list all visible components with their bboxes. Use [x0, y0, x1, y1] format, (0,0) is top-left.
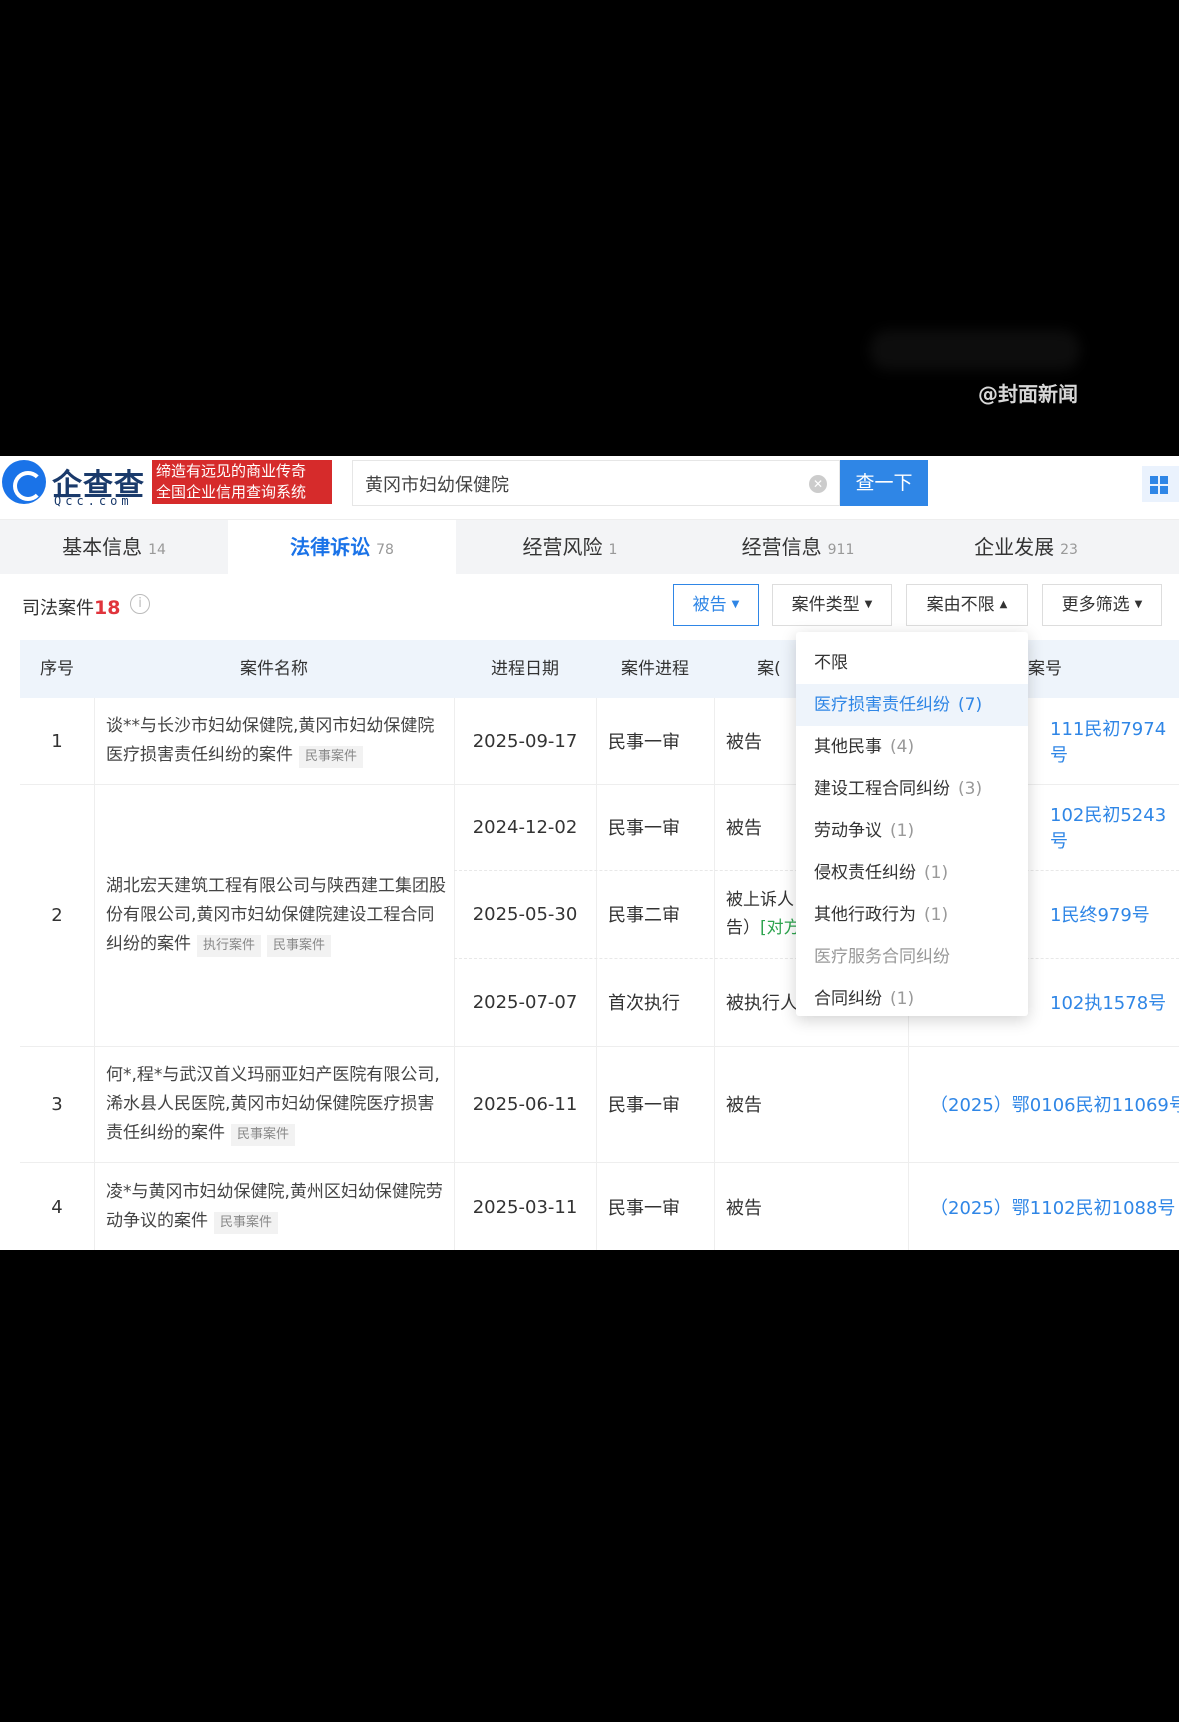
slogan-line1: 缔造有远见的商业传奇 [156, 462, 307, 480]
header-stage: 案件进程 [621, 659, 689, 679]
case-number-link[interactable]: 111民初7974号 [1050, 698, 1179, 784]
judicial-cases-count: 18 [94, 597, 121, 619]
filter-role-button[interactable]: 被告 ▼ [673, 584, 759, 626]
dropdown-item-all[interactable]: 不限 [796, 642, 1028, 684]
slogan-banner: 缔造有远见的商业传奇 全国企业信用查询系统 [152, 460, 332, 504]
tab-count: 78 [376, 542, 394, 558]
table-row-date: 2025-06-11 [472, 1093, 578, 1115]
table-row-name[interactable]: 凌*与黄冈市妇幼保健院,黄州区妇幼保健院劳动争议的案件 民事案件 [106, 1162, 446, 1250]
table-row-date: 2025-07-07 [472, 991, 578, 1013]
judicial-cases-label: 司法案件18 [22, 594, 120, 620]
blurred-caption [870, 330, 1080, 370]
dropdown-item-tort-liability[interactable]: 侵权责任纠纷 (1) [796, 852, 1028, 894]
table-row-name[interactable]: 何*,程*与武汉首义玛丽亚妇产医院有限公司,浠水县人民医院,黄冈市妇幼保健院医疗… [106, 1046, 446, 1162]
table-row-stage: 首次执行 [608, 993, 680, 1014]
case-number-link[interactable]: 102执1578号 [1050, 958, 1179, 1046]
app-grid-icon[interactable] [1142, 466, 1179, 502]
table-row-date: 2025-05-30 [472, 903, 578, 925]
case-number-link[interactable]: 102民初5243号 [1050, 784, 1179, 870]
tab-count: 1 [608, 542, 618, 558]
case-tag: 民事案件 [231, 1123, 296, 1146]
tab-count: 911 [827, 542, 855, 558]
tab-business-risk[interactable]: 经营风险 1 [456, 520, 684, 574]
case-name-link[interactable]: 谈**与长沙市妇幼保健院,黄冈市妇幼保健院医疗损害责任纠纷的案件 [106, 716, 434, 765]
dropdown-item-other-civil[interactable]: 其他民事 (4) [796, 726, 1028, 768]
dropdown-item-contract-dispute[interactable]: 合同纠纷 (1) [796, 978, 1028, 1020]
header-index: 序号 [40, 659, 74, 679]
cause-dropdown-menu: 不限 医疗损害责任纠纷 (7) 其他民事 (4) 建设工程合同纠纷 (3) 劳动争议(… [796, 632, 1028, 1016]
table-row-date: 2025-09-17 [472, 730, 578, 752]
filter-bar: 司法案件18 i 被告 ▼ 案件类型 ▼ 案由不限 ▲ 更多筛选 ▼ [0, 574, 1179, 634]
table-row-date: 2024-12-02 [472, 816, 578, 838]
dropdown-item-other-administrative[interactable]: 其他行政行为 (1) [796, 894, 1028, 936]
dropdown-item-medical-damage[interactable]: 医疗损害责任纠纷 (7) [796, 684, 1028, 726]
role-text: 被上诉人 [726, 890, 794, 910]
table-row-stage: 民事一审 [608, 1095, 680, 1116]
tab-label: 经营风险 [522, 535, 603, 559]
table-row-stage: 民事一审 [608, 818, 680, 839]
tab-label: 经营信息 [741, 535, 822, 559]
header: 企查查 Qcc.com 缔造有远见的商业传奇 全国企业信用查询系统 黄冈市妇幼保… [0, 456, 1179, 520]
case-tag: 民事案件 [299, 746, 364, 768]
filter-cause-button[interactable]: 案由不限 ▲ [906, 584, 1028, 626]
header-date: 进程日期 [491, 659, 559, 679]
tab-bar: 基本信息 14 法律诉讼 78 经营风险 1 经营信息 911 企业发展 23 [0, 520, 1179, 574]
case-tag: 民事案件 [267, 934, 332, 957]
table-row-name[interactable]: 湖北宏天建筑工程有限公司与陕西建工集团股份有限公司,黄冈市妇幼保健院建设工程合同… [106, 784, 446, 1046]
case-tag: 民事案件 [214, 1212, 279, 1234]
case-number-link[interactable]: 1民终979号 [1050, 870, 1179, 958]
table-row-date: 2025-03-11 [472, 1196, 578, 1218]
table-row-index: 3 [51, 1093, 63, 1115]
table-row-role: 被告 [726, 1198, 762, 1219]
search-input[interactable]: 黄冈市妇幼保健院 ✕ [352, 460, 840, 506]
table-row-stage: 民事二审 [608, 905, 680, 926]
tab-count: 23 [1060, 542, 1078, 558]
table-row-role: 被告 [726, 1095, 762, 1116]
table-row-name[interactable]: 谈**与长沙市妇幼保健院,黄冈市妇幼保健院医疗损害责任纠纷的案件 民事案件 [106, 698, 446, 784]
case-number-link[interactable]: （2025）鄂1102民初1088号 [930, 1162, 1179, 1250]
watermark: @封面新闻 [978, 382, 1078, 406]
qcc-screenshot: 企查查 Qcc.com 缔造有远见的商业传奇 全国企业信用查询系统 黄冈市妇幼保… [0, 456, 1179, 1250]
tab-basic-info[interactable]: 基本信息 14 [0, 520, 228, 574]
table-row-index: 1 [51, 730, 63, 752]
logo-domain: Qcc.com [54, 494, 133, 508]
header-case-name: 案件名称 [240, 659, 308, 679]
filter-case-type-button[interactable]: 案件类型 ▼ [772, 584, 892, 626]
tab-count: 14 [148, 542, 166, 558]
table-row-stage: 民事一审 [608, 732, 680, 753]
dropdown-item-medical-service-contract[interactable]: 医疗服务合同纠纷 [796, 936, 1028, 978]
dropdown-item-construction-contract[interactable]: 建设工程合同纠纷 (3) [796, 768, 1028, 810]
role-text-cont: 告） [726, 918, 760, 938]
slogan-line2: 全国企业信用查询系统 [156, 483, 307, 501]
filter-more-button[interactable]: 更多筛选 ▼ [1042, 584, 1162, 626]
tab-label: 企业发展 [974, 535, 1055, 559]
judicial-cases-text: 司法案件 [22, 598, 94, 619]
table-row-index: 4 [51, 1196, 63, 1218]
dropdown-item-labor-dispute[interactable]: 劳动争议 (1) [796, 810, 1028, 852]
qcc-logo-icon[interactable] [2, 460, 46, 504]
case-tag: 执行案件 [197, 934, 262, 957]
search-button[interactable]: 查一下 [840, 460, 928, 506]
tab-label: 法律诉讼 [290, 535, 371, 559]
tab-business-info[interactable]: 经营信息 911 [684, 520, 912, 574]
tab-enterprise-development[interactable]: 企业发展 23 [912, 520, 1140, 574]
table-row-index: 2 [51, 904, 63, 926]
case-number-link[interactable]: （2025）鄂0106民初11069号 [930, 1046, 1179, 1162]
tab-legal-litigation[interactable]: 法律诉讼 78 [228, 520, 456, 574]
tab-label: 基本信息 [62, 535, 143, 559]
info-icon[interactable]: i [130, 594, 150, 614]
role-extra: [对方 [760, 918, 801, 938]
clear-icon[interactable]: ✕ [809, 475, 827, 493]
search-input-value[interactable]: 黄冈市妇幼保健院 [365, 471, 509, 497]
table-row-stage: 民事一审 [608, 1198, 680, 1219]
